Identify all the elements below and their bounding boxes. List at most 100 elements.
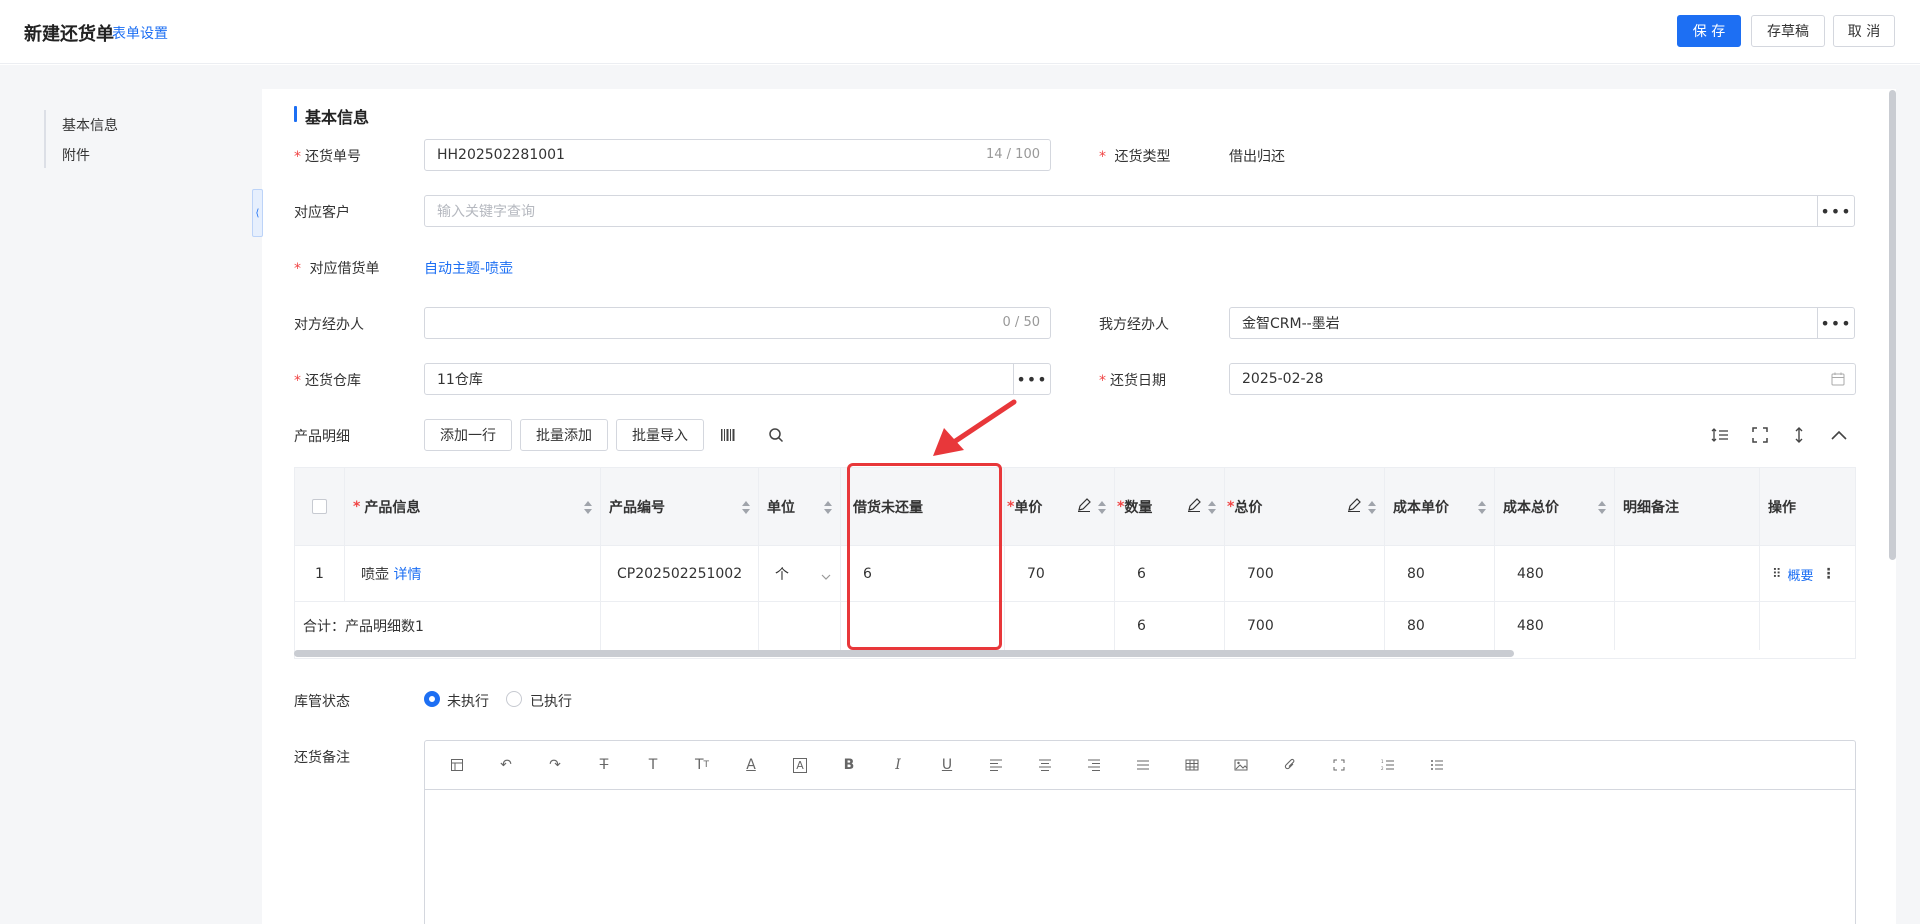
edit-pencil-icon[interactable] [1077, 498, 1091, 516]
remark-rich-text-editor[interactable]: ↶ ↷ T T TT A A B I U 12 [424, 740, 1856, 924]
add-row-button[interactable]: 添加一行 [424, 419, 512, 451]
page-title: 新建还货单 [24, 24, 114, 45]
our-handler-more-button[interactable]: ••• [1817, 307, 1855, 339]
th-unit[interactable]: 单位 [759, 468, 841, 546]
font-size-icon[interactable]: TT [692, 755, 712, 775]
heading-icon[interactable]: T [643, 755, 663, 775]
stock-status-radio-pending[interactable] [424, 691, 440, 707]
editor-fullscreen-icon[interactable] [1329, 755, 1349, 775]
form-settings-link[interactable]: 表单设置 [112, 23, 168, 43]
stock-status-radio-done[interactable] [506, 691, 522, 707]
table-icon[interactable] [1182, 755, 1202, 775]
select-all-checkbox[interactable] [312, 499, 327, 514]
align-right-icon[interactable] [1084, 755, 1104, 775]
save-button[interactable]: 保 存 [1677, 15, 1741, 47]
redo-icon[interactable]: ↷ [545, 755, 565, 775]
summary-link[interactable]: 概要 [1788, 565, 1814, 584]
more-vertical-icon[interactable]: ⋮ [1822, 566, 1836, 582]
th-unit-price[interactable]: * 单价 [1005, 468, 1115, 546]
bullet-list-icon[interactable] [1427, 755, 1447, 775]
expand-vertical-icon[interactable] [1788, 424, 1810, 446]
borrow-order-link[interactable]: 自动主题-喷壶 [424, 258, 513, 278]
align-center-icon[interactable] [1035, 755, 1055, 775]
th-product-info[interactable]: * 产品信息 [345, 468, 601, 546]
sort-icon[interactable] [584, 501, 592, 515]
unit-select[interactable]: 个 [759, 546, 841, 602]
sort-icon[interactable] [824, 501, 832, 515]
th-product-code[interactable]: 产品编号 [601, 468, 759, 546]
footer-empty-cell [1005, 602, 1115, 650]
warehouse-input[interactable]: 11仓库 [424, 363, 1014, 395]
unit-price-cell[interactable]: 70 [1005, 546, 1115, 602]
return-no-input[interactable]: HH202502281001 14 / 100 [424, 139, 1051, 171]
collapse-sidebar-handle[interactable]: ⟨ [252, 189, 263, 237]
chevron-up-icon[interactable] [1828, 424, 1850, 446]
justify-icon[interactable] [1133, 755, 1153, 775]
product-detail-link[interactable]: 详情 [393, 564, 421, 584]
ordered-list-icon[interactable]: 12 [1378, 755, 1398, 775]
footer-cost-unit: 80 [1385, 602, 1495, 650]
footer-quantity: 6 [1115, 602, 1225, 650]
bold-icon[interactable]: B [839, 755, 859, 775]
format-painter-icon[interactable] [447, 755, 467, 775]
sort-icon[interactable] [1098, 501, 1106, 515]
table-horizontal-scrollbar[interactable] [294, 650, 1514, 657]
th-detail-note: 明细备注 [1615, 468, 1760, 546]
batch-add-button[interactable]: 批量添加 [520, 419, 608, 451]
underline-icon[interactable]: U [937, 755, 957, 775]
total-price-cell[interactable]: 700 [1225, 546, 1385, 602]
sort-icon[interactable] [1598, 501, 1606, 515]
stock-status-option-done[interactable]: 已执行 [530, 691, 572, 711]
attachment-icon[interactable] [1280, 755, 1300, 775]
calendar-icon [1831, 372, 1845, 390]
table-header-row: * 产品信息 产品编号 单位 借货未还量 * 单价 * 数量 * 总价 成本单价 成本总… [295, 468, 1855, 546]
edit-pencil-icon[interactable] [1187, 498, 1201, 516]
italic-icon[interactable]: I [888, 755, 908, 775]
vertical-scrollbar[interactable] [1889, 90, 1896, 560]
fullscreen-icon[interactable] [1749, 424, 1771, 446]
footer-empty-cell [759, 602, 841, 650]
row-height-icon[interactable] [1709, 424, 1731, 446]
undo-icon[interactable]: ↶ [496, 755, 516, 775]
sort-icon[interactable] [1368, 501, 1376, 515]
return-date-input[interactable]: 2025-02-28 [1229, 363, 1856, 395]
th-cost-unit-price[interactable]: 成本单价 [1385, 468, 1495, 546]
customer-more-button[interactable]: ••• [1817, 195, 1855, 227]
sort-icon[interactable] [1478, 501, 1486, 515]
their-handler-label: 对方经办人 [294, 317, 364, 333]
align-left-icon[interactable] [986, 755, 1006, 775]
strikethrough-icon[interactable]: T [594, 755, 614, 775]
sort-icon[interactable] [1208, 501, 1216, 515]
return-type-label: * 还货类型 [1099, 149, 1171, 165]
return-no-value: HH202502281001 [437, 147, 565, 163]
select-all-cell [295, 468, 345, 546]
their-handler-input[interactable]: 0 / 50 [424, 307, 1051, 339]
svg-text:2: 2 [1381, 766, 1384, 771]
font-color-icon[interactable]: A [741, 755, 761, 775]
sort-icon[interactable] [742, 501, 750, 515]
drag-handle-icon[interactable]: ⠿ [1772, 567, 1782, 582]
edit-pencil-icon[interactable] [1347, 498, 1361, 516]
image-icon[interactable] [1231, 755, 1251, 775]
batch-import-button[interactable]: 批量导入 [616, 419, 704, 451]
nav-item-basic-info[interactable]: 基本信息 [62, 115, 118, 135]
customer-input[interactable]: 输入关键字查询 [424, 195, 1818, 227]
our-handler-input[interactable]: 金智CRM--墨岩 [1229, 307, 1818, 339]
nav-item-attachments[interactable]: 附件 [62, 145, 90, 165]
stock-status-label: 库管状态 [294, 694, 350, 710]
warehouse-more-button[interactable]: ••• [1013, 363, 1051, 395]
left-nav-panel [24, 89, 262, 924]
cancel-button[interactable]: 取 消 [1833, 15, 1895, 47]
th-quantity[interactable]: * 数量 [1115, 468, 1225, 546]
detail-note-cell[interactable] [1615, 546, 1760, 602]
stock-status-option-pending[interactable]: 未执行 [447, 691, 489, 711]
barcode-icon[interactable] [717, 424, 739, 446]
save-draft-button[interactable]: 存草稿 [1751, 15, 1825, 47]
th-total-price[interactable]: * 总价 [1225, 468, 1385, 546]
our-handler-value: 金智CRM--墨岩 [1242, 316, 1340, 332]
quantity-cell[interactable]: 6 [1115, 546, 1225, 602]
background-color-icon[interactable]: A [790, 755, 810, 775]
return-date-value: 2025-02-28 [1242, 371, 1324, 387]
search-icon[interactable] [765, 424, 787, 446]
th-cost-total-price[interactable]: 成本总价 [1495, 468, 1615, 546]
